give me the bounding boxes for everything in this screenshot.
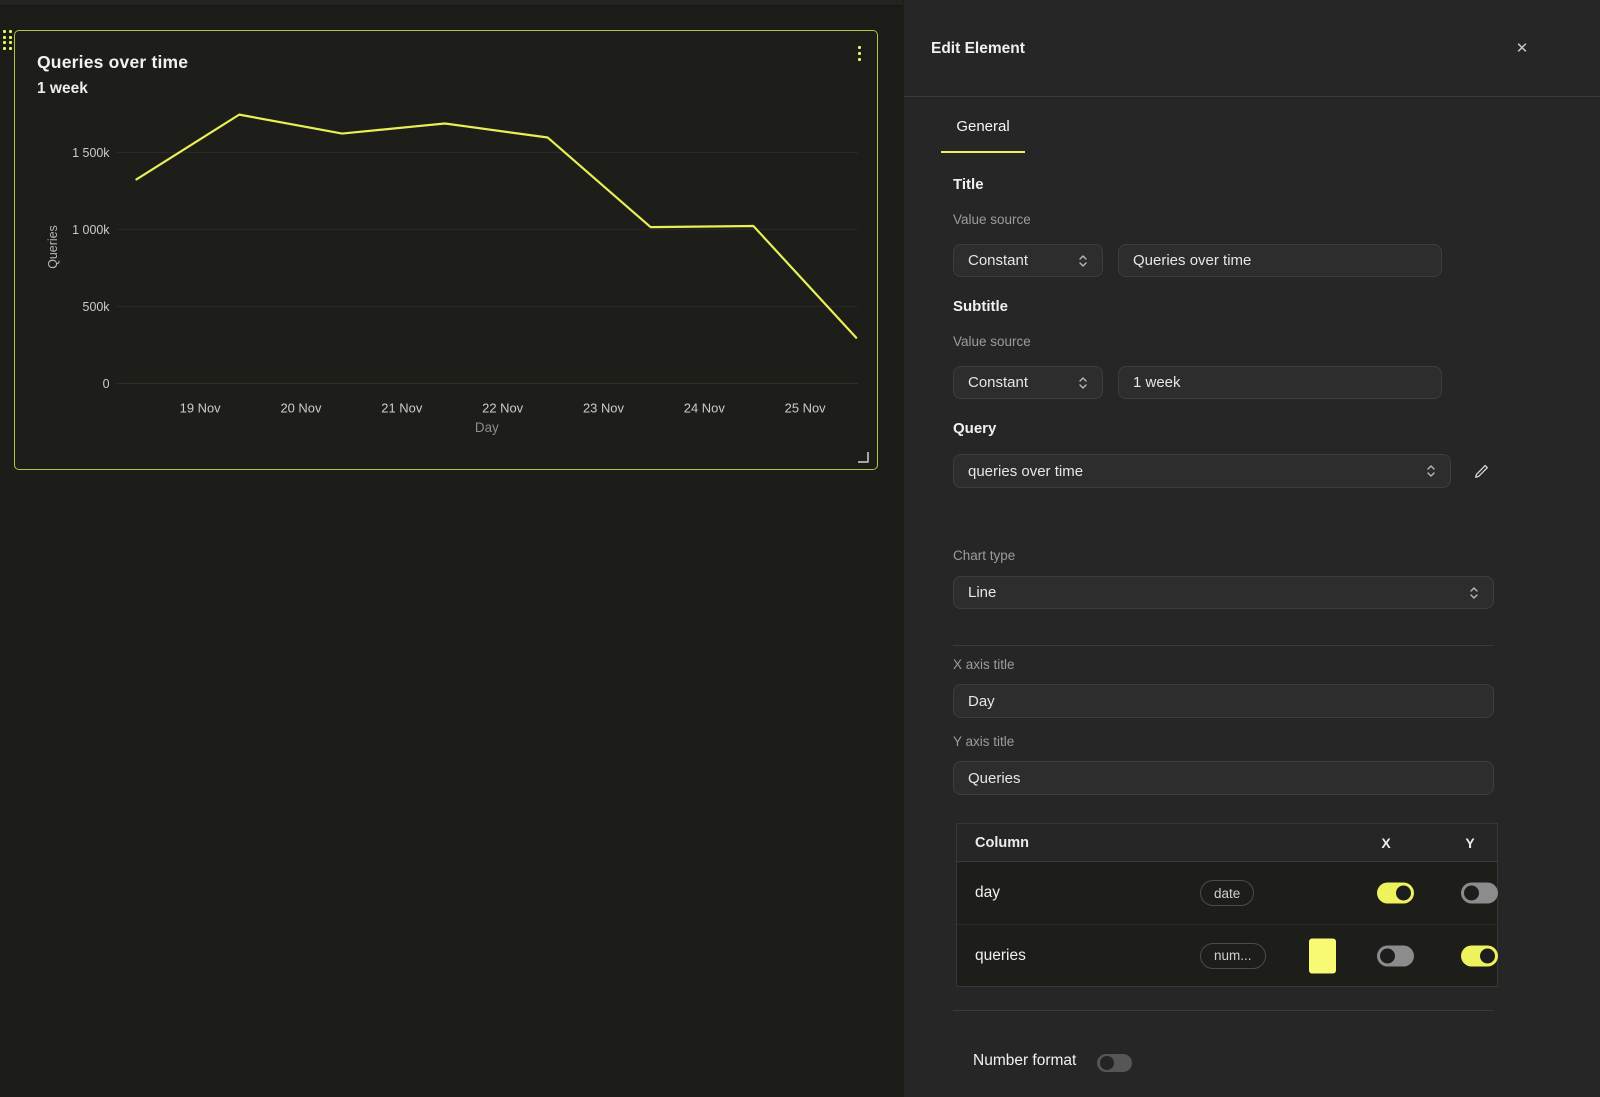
tab-general[interactable]: General [941, 112, 1025, 153]
subtitle-value-source-label: Value source [953, 334, 1031, 349]
svg-text:20 Nov: 20 Nov [280, 400, 322, 415]
title-section-label: Title [953, 176, 984, 193]
day-y-toggle[interactable] [1461, 883, 1498, 904]
x-header: X [1377, 835, 1395, 851]
canvas-top-strip [0, 0, 903, 6]
title-value-source-label: Value source [953, 212, 1031, 227]
subtitle-value-input[interactable]: 1 week [1118, 366, 1442, 399]
svg-text:0: 0 [103, 377, 110, 391]
svg-text:24 Nov: 24 Nov [684, 400, 726, 415]
chart-element-card[interactable]: Queries over time 1 week 0500k1 000k1 50… [14, 30, 878, 470]
query-select[interactable]: queries over time [953, 454, 1451, 488]
svg-text:Day: Day [475, 420, 499, 435]
series-color-swatch[interactable] [1309, 938, 1336, 973]
dashboard-canvas: Queries over time 1 week 0500k1 000k1 50… [0, 0, 903, 1097]
svg-text:25 Nov: 25 Nov [785, 400, 827, 415]
chevron-up-down-icon [1426, 463, 1436, 479]
svg-text:1 500k: 1 500k [72, 146, 110, 160]
y-axis-title-label: Y axis title [953, 734, 1014, 749]
columns-table-header: Column X Y [957, 824, 1497, 862]
svg-text:1 000k: 1 000k [72, 223, 110, 237]
column-header: Column [975, 835, 1029, 851]
resize-handle-icon[interactable] [858, 452, 869, 463]
chevron-up-down-icon [1078, 375, 1088, 391]
number-format-toggle[interactable] [1097, 1054, 1132, 1072]
y-axis-title-input[interactable]: Queries [953, 761, 1494, 795]
x-axis-title-input[interactable]: Day [953, 684, 1494, 718]
day-x-toggle[interactable] [1377, 883, 1414, 904]
title-source-select[interactable]: Constant [953, 244, 1103, 277]
column-name: queries [975, 947, 1026, 965]
drag-handle-icon[interactable] [3, 30, 12, 51]
chevron-up-down-icon [1078, 253, 1088, 269]
subtitle-section-label: Subtitle [953, 298, 1008, 315]
panel-title: Edit Element [931, 40, 1025, 58]
svg-text:500k: 500k [83, 300, 111, 314]
type-badge: num... [1200, 943, 1266, 969]
query-section-label: Query [953, 420, 996, 437]
section-divider [953, 1010, 1494, 1011]
y-header: Y [1461, 835, 1479, 851]
type-badge: date [1200, 880, 1254, 906]
table-row-queries: queries num... [957, 924, 1497, 986]
svg-text:22 Nov: 22 Nov [482, 400, 524, 415]
chevron-up-down-icon [1469, 585, 1479, 601]
section-divider [953, 645, 1494, 646]
edit-query-pencil-icon[interactable] [1470, 460, 1492, 482]
x-axis-title-label: X axis title [953, 657, 1015, 672]
svg-text:21 Nov: 21 Nov [381, 400, 423, 415]
edit-element-panel: Edit Element ✕ General Title Value sourc… [903, 0, 1600, 1097]
queries-y-toggle[interactable] [1461, 945, 1498, 966]
close-icon[interactable]: ✕ [1510, 36, 1534, 60]
svg-text:19 Nov: 19 Nov [180, 400, 222, 415]
header-divider [904, 96, 1600, 97]
subtitle-source-select[interactable]: Constant [953, 366, 1103, 399]
chart-type-select[interactable]: Line [953, 576, 1494, 609]
chart-type-label: Chart type [953, 548, 1015, 563]
table-row-day: day date [957, 862, 1497, 924]
queries-x-toggle[interactable] [1377, 945, 1414, 966]
line-chart: 0 500k 1 000k 1 500k 19 Nov 20 Nov 21 Nov 22 No… [15, 31, 877, 469]
svg-text:23 Nov: 23 Nov [583, 400, 625, 415]
column-name: day [975, 884, 1000, 902]
columns-table: Column X Y day date queries num... [956, 823, 1498, 987]
title-value-input[interactable]: Queries over time [1118, 244, 1442, 277]
number-format-label: Number format [973, 1052, 1076, 1070]
svg-text:Queries: Queries [46, 225, 60, 269]
